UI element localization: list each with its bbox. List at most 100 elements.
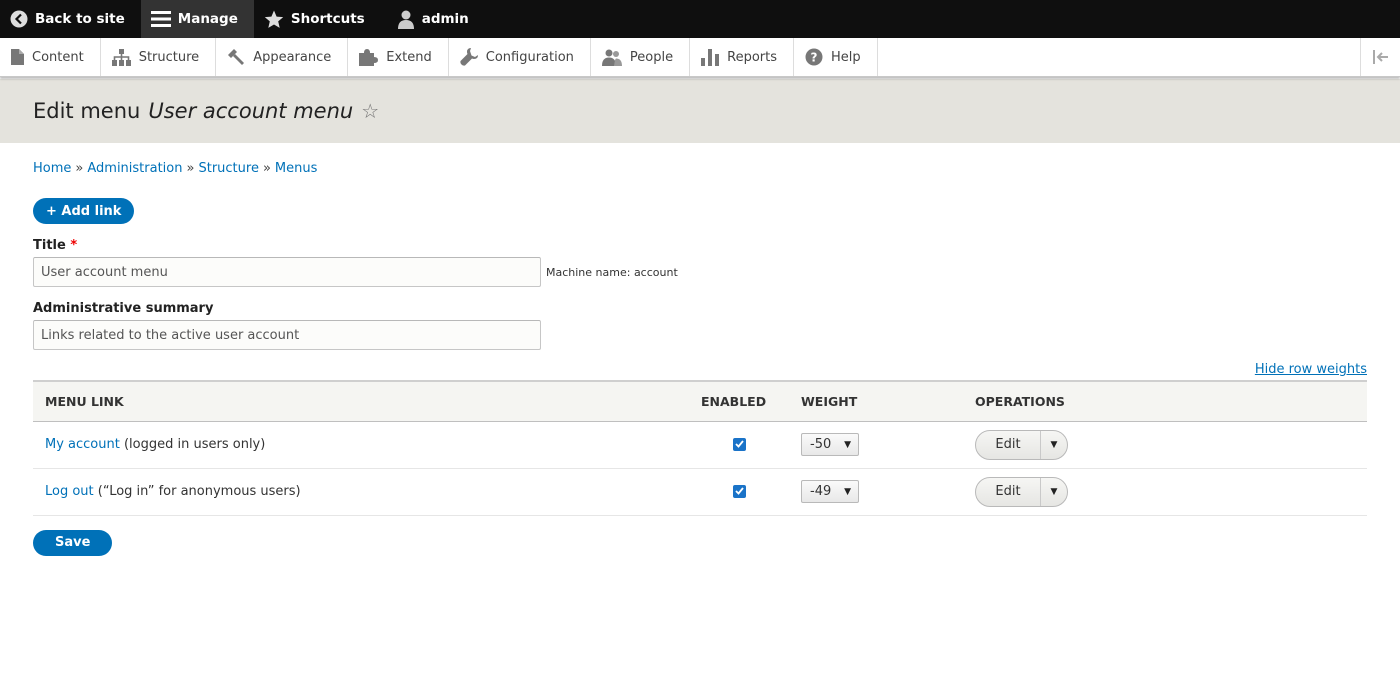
file-icon: [11, 49, 24, 65]
user-icon: [397, 10, 414, 29]
header-enabled: Enabled: [701, 393, 767, 409]
enabled-checkbox[interactable]: [732, 437, 746, 451]
title-input[interactable]: User account menu: [33, 257, 541, 287]
svg-text:?: ?: [811, 51, 818, 65]
user-tab[interactable]: admin: [381, 0, 485, 38]
table-row: My account (logged in users only) -50 ▼: [33, 421, 1367, 469]
dropbutton-toggle-icon[interactable]: ▼: [1041, 478, 1067, 506]
weight-value: -49: [810, 484, 832, 499]
header-weight: Weight: [801, 393, 858, 409]
admin-toolbar: Back to site Manage Shortcuts admin: [0, 0, 1400, 38]
puzzle-icon: [359, 48, 379, 66]
menu-link-cell: Log out (“Log in” for anonymous users): [33, 468, 689, 516]
tray-item-label: Configuration: [485, 49, 574, 65]
back-arrow-icon: [10, 10, 28, 28]
summary-input[interactable]: Links related to the active user account: [33, 320, 541, 350]
dropbutton-toggle-icon[interactable]: ▼: [1041, 431, 1067, 459]
breadcrumb-separator: »: [262, 161, 271, 176]
operations-cell: Edit ▼: [963, 421, 1367, 469]
hamburger-icon: [150, 11, 171, 27]
sitemap-icon: [111, 48, 131, 66]
breadcrumb-menus[interactable]: Menus: [275, 161, 317, 176]
tray-item-label: Structure: [138, 49, 200, 65]
page-header: Edit menu User account menu ☆: [0, 79, 1400, 143]
back-to-site-link[interactable]: Back to site: [0, 0, 141, 38]
tray-item-label: Extend: [386, 49, 432, 65]
title-label: Title *: [33, 238, 1367, 253]
edit-button[interactable]: Edit: [976, 430, 1041, 459]
back-to-site-label: Back to site: [35, 11, 125, 27]
edit-button[interactable]: Edit: [976, 477, 1041, 506]
help-icon: ?: [805, 48, 823, 66]
breadcrumb-structure[interactable]: Structure: [198, 161, 258, 176]
weight-select[interactable]: -49 ▼: [801, 480, 859, 503]
shortcut-star-icon[interactable]: ☆: [361, 99, 379, 123]
breadcrumb-separator: »: [75, 161, 84, 176]
weight-cell: -49 ▼: [789, 468, 963, 516]
title-label-text: Title: [33, 238, 66, 253]
menu-links-table: Menu link Enabled Weight Operations My a…: [33, 380, 1367, 516]
bar-chart-icon: [701, 48, 720, 66]
page-title-prefix: Edit menu: [33, 99, 141, 123]
hide-row-weights-link[interactable]: Hide row weights: [1255, 362, 1367, 377]
shortcuts-label: Shortcuts: [290, 11, 365, 27]
header-menu-link: Menu link: [45, 393, 124, 409]
page-title-menu-name: User account menu: [148, 99, 354, 123]
add-link-button[interactable]: + Add link: [33, 198, 135, 224]
tray-item-help[interactable]: ? Help: [794, 38, 878, 76]
operations-dropbutton: Edit ▼: [975, 429, 1068, 460]
tray-item-people[interactable]: People: [591, 38, 691, 76]
tray-item-label: Help: [831, 49, 861, 65]
star-icon: [264, 10, 284, 28]
enabled-cell: [689, 421, 789, 469]
manage-tab[interactable]: Manage: [140, 0, 254, 38]
user-label: admin: [421, 11, 469, 27]
required-mark: *: [70, 238, 78, 253]
brush-icon: [228, 48, 245, 65]
weight-value: -50: [810, 437, 832, 452]
table-row: Log out (“Log in” for anonymous users) -…: [33, 468, 1367, 516]
tray-item-label: People: [629, 49, 674, 65]
check-icon: [734, 440, 744, 448]
header-operations: Operations: [975, 393, 1065, 409]
wrench-icon: [460, 48, 478, 66]
tray-item-label: Reports: [727, 49, 777, 65]
machine-name-text: Machine name: account: [546, 265, 678, 279]
weight-select[interactable]: -50 ▼: [801, 433, 859, 456]
chevron-down-icon: ▼: [844, 439, 851, 450]
operations-dropbutton: Edit ▼: [975, 476, 1068, 507]
breadcrumb-home[interactable]: Home: [33, 161, 71, 176]
breadcrumb-administration[interactable]: Administration: [87, 161, 182, 176]
tray-orientation-toggle[interactable]: [1360, 38, 1400, 76]
tray-item-extend[interactable]: Extend: [348, 38, 449, 76]
tray-item-label: Content: [32, 49, 84, 65]
tray-item-label: Appearance: [253, 49, 332, 65]
chevron-down-icon: ▼: [844, 486, 851, 497]
manage-label: Manage: [177, 11, 238, 27]
tray-item-structure[interactable]: Structure: [101, 38, 217, 76]
admin-tray: Content Structure Appearance Extend Conf…: [0, 38, 1400, 77]
tray-item-content[interactable]: Content: [0, 38, 101, 76]
check-icon: [734, 487, 744, 495]
summary-label: Administrative summary: [33, 301, 214, 316]
menu-link-cell: My account (logged in users only): [33, 421, 689, 469]
tray-item-configuration[interactable]: Configuration: [449, 38, 591, 76]
operations-cell: Edit ▼: [963, 468, 1367, 516]
enabled-cell: [689, 468, 789, 516]
breadcrumb: Home» Administration» Structure» Menus: [33, 161, 1367, 176]
table-header-row: Menu link Enabled Weight Operations: [33, 381, 1367, 421]
tray-item-reports[interactable]: Reports: [690, 38, 794, 76]
enabled-checkbox[interactable]: [732, 484, 746, 498]
main-content: Home» Administration» Structure» Menus + Ad…: [0, 161, 1400, 556]
weight-cell: -50 ▼: [789, 421, 963, 469]
page-title: Edit menu User account menu ☆: [33, 99, 379, 123]
shortcuts-tab[interactable]: Shortcuts: [254, 0, 381, 38]
menu-link-note: (logged in users only): [123, 437, 266, 452]
tray-item-appearance[interactable]: Appearance: [216, 38, 349, 76]
menu-link-note: (“Log in” for anonymous users): [97, 484, 301, 499]
collapse-left-icon: [1372, 50, 1388, 64]
menu-link[interactable]: My account: [45, 437, 120, 452]
people-icon: [601, 49, 622, 66]
save-button[interactable]: Save: [33, 529, 113, 556]
menu-link[interactable]: Log out: [45, 484, 94, 499]
